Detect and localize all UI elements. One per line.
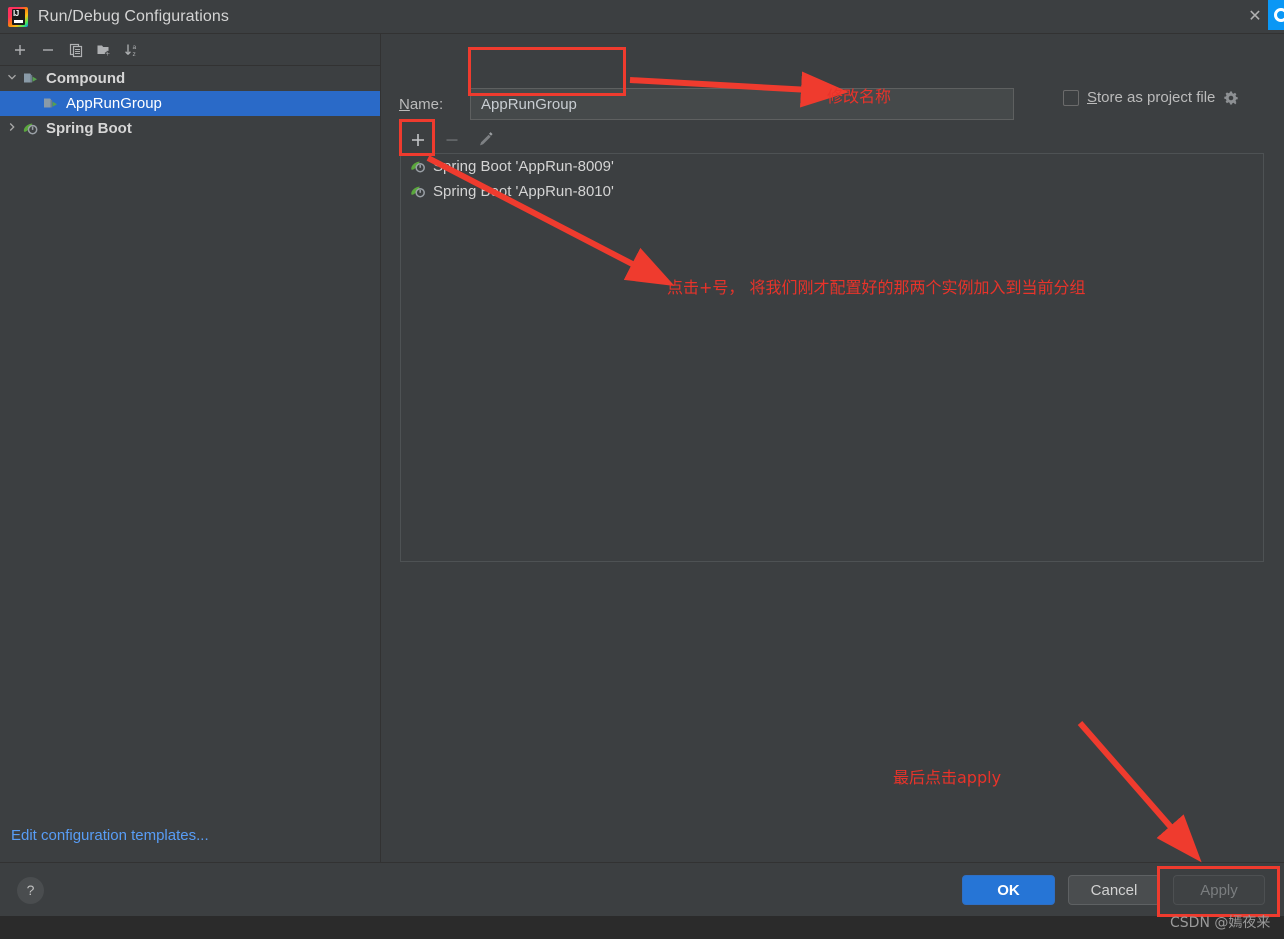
background-window-edge: [1268, 0, 1284, 30]
compound-folder-icon: [22, 71, 42, 87]
pencil-icon: [480, 132, 493, 146]
new-folder-icon: [97, 45, 111, 56]
store-as-project-file-mnemonic: S: [1087, 89, 1098, 106]
sidebar-toolbar: a z: [0, 34, 380, 65]
list-item[interactable]: Spring Boot 'AppRun-8009': [401, 154, 1263, 179]
plus-icon: [412, 134, 424, 146]
list-item-label: Spring Boot 'AppRun-8010': [433, 183, 614, 200]
plus-icon: [15, 44, 25, 55]
configuration-detail-panel: Name: Store as project file: [381, 34, 1284, 862]
tree-item-spring-boot[interactable]: Spring Boot: [0, 116, 380, 141]
name-label-rest: ame:: [409, 96, 444, 113]
run-debug-configurations-dialog: IJ Run/Debug Configurations ✕ a z Compou…: [0, 0, 1284, 939]
copy-configuration-button[interactable]: [62, 37, 90, 63]
title-bar: IJ Run/Debug Configurations ✕: [0, 0, 1284, 34]
chevron-down-icon[interactable]: [2, 72, 22, 85]
spring-boot-icon: [410, 159, 428, 175]
list-item-label: Spring Boot 'AppRun-8009': [433, 158, 614, 175]
dialog-title: Run/Debug Configurations: [38, 8, 229, 25]
tree-item-compound[interactable]: Compound: [0, 66, 380, 91]
configurations-sidebar: a z Compound AppRunGroup Spring Boot Edi…: [0, 34, 380, 862]
list-item[interactable]: Spring Boot 'AppRun-8010': [401, 179, 1263, 204]
configurations-tree: Compound AppRunGroup Spring Boot: [0, 66, 380, 862]
edit-item-button: [469, 123, 503, 157]
intellij-idea-icon-letters: IJ: [13, 9, 19, 18]
intellij-idea-icon: IJ: [8, 7, 28, 27]
remove-item-button: [435, 123, 469, 157]
store-as-project-file-label: Store as project file: [1087, 89, 1215, 106]
gear-dropdown-icon[interactable]: [1223, 90, 1239, 106]
tree-item-compound-label: Compound: [46, 70, 126, 87]
remove-configuration-button[interactable]: [34, 37, 62, 63]
store-as-project-file-label-rest: tore as project file: [1097, 89, 1216, 106]
spring-boot-icon: [410, 184, 428, 200]
apply-button[interactable]: Apply: [1173, 875, 1265, 905]
store-as-project-file-checkbox[interactable]: [1063, 89, 1079, 106]
compound-configurations-list[interactable]: Spring Boot 'AppRun-8009' Spring Boot 'A…: [400, 153, 1264, 562]
edit-configuration-templates-link[interactable]: Edit configuration templates...: [11, 827, 209, 844]
tree-item-apprungroup[interactable]: AppRunGroup: [0, 91, 380, 116]
store-as-project-file-row[interactable]: Store as project file: [1063, 89, 1239, 106]
close-icon[interactable]: ✕: [1246, 8, 1264, 26]
spring-boot-icon: [22, 121, 42, 137]
move-into-folder-button[interactable]: [90, 37, 118, 63]
sort-az-icon: a z: [125, 44, 137, 58]
sort-configurations-button[interactable]: a z: [118, 37, 146, 63]
minus-icon: [43, 48, 53, 51]
dialog-button-bar: ? OK Cancel Apply: [0, 863, 1284, 916]
footer-strip: [0, 916, 1284, 939]
help-button[interactable]: ?: [17, 877, 44, 904]
add-item-button[interactable]: [401, 123, 435, 157]
add-configuration-button[interactable]: [6, 37, 34, 63]
tree-item-apprungroup-label: AppRunGroup: [66, 95, 162, 112]
name-label: Name:: [399, 96, 443, 113]
name-label-mnemonic: N: [399, 96, 410, 113]
tree-item-spring-boot-label: Spring Boot: [46, 120, 132, 137]
ok-button[interactable]: OK: [962, 875, 1055, 905]
chevron-right-icon[interactable]: [2, 122, 22, 135]
name-input[interactable]: [470, 88, 1014, 120]
copy-icon: [69, 43, 83, 57]
svg-text:a: a: [133, 44, 137, 51]
minus-icon: [446, 139, 458, 141]
compound-folder-icon: [42, 96, 62, 112]
svg-text:z: z: [133, 51, 136, 58]
cancel-button[interactable]: Cancel: [1068, 875, 1160, 905]
